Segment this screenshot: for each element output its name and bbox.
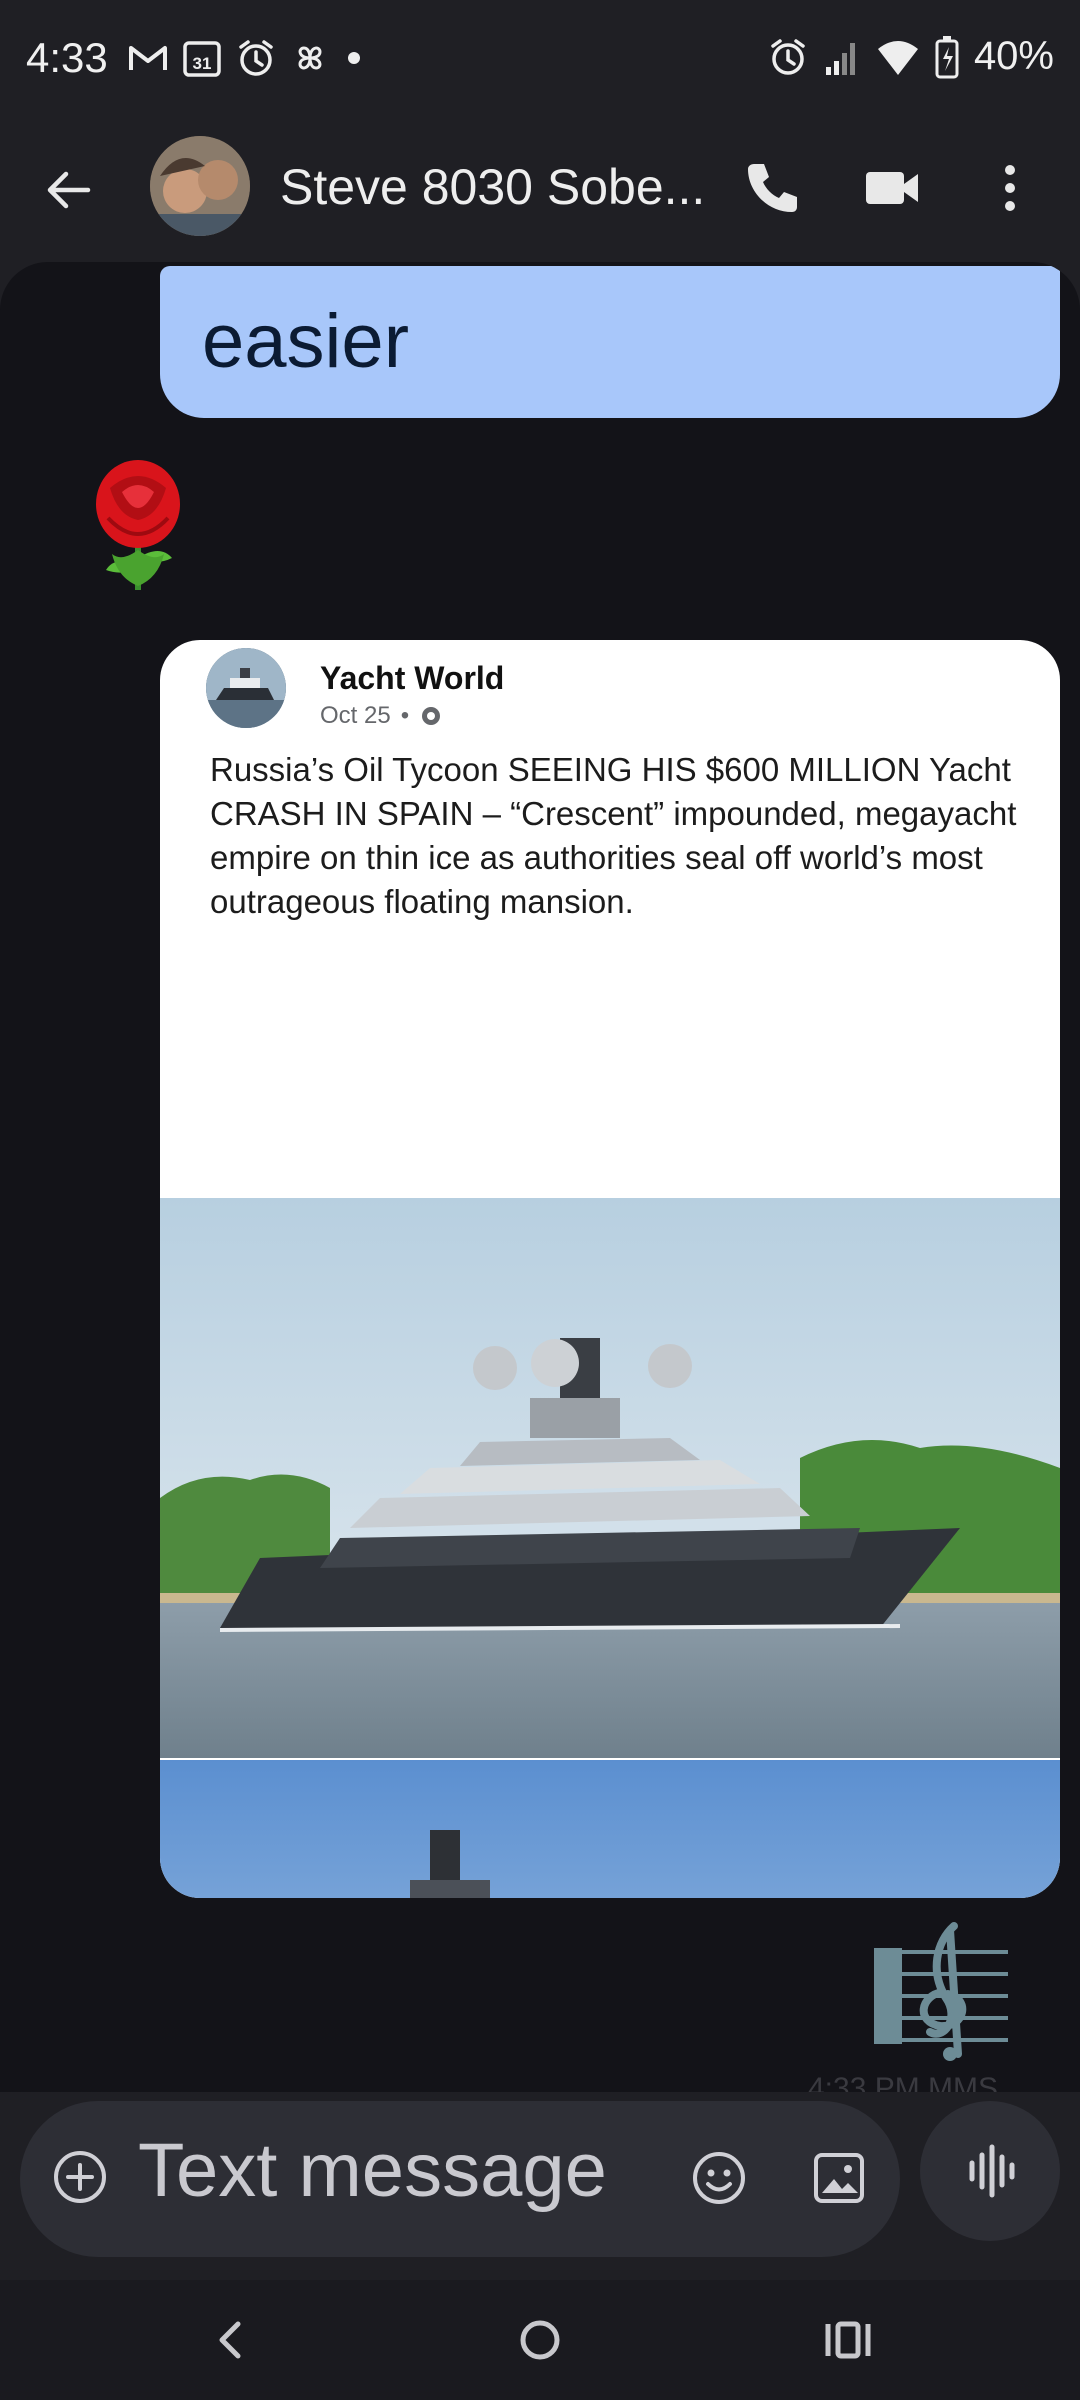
home-nav-icon[interactable] [510,2310,570,2370]
notification-icons: 31 [128,38,364,78]
voice-button[interactable] [920,2101,1060,2241]
avatar[interactable] [150,136,250,236]
gallery-icon[interactable] [810,2149,868,2207]
post-date-row: Oct 25 • [320,702,443,730]
music-notes-icon[interactable] [870,1922,1010,2062]
add-circle-icon[interactable] [50,2147,110,2207]
contact-name[interactable]: Steve 8030 Sobe... [280,158,705,216]
message-timestamp: 4:33 PM MMS [808,2072,999,2092]
yacht-photo-2[interactable] [160,1760,1060,1898]
conversation-area[interactable]: easier Yacht World Oct 25 • Russia’s Oil [0,262,1080,2092]
post-body: Russia’s Oil Tycoon SEEING HIS $600 MILL… [210,751,1017,920]
emoji-icon[interactable] [690,2149,748,2207]
separator: • [400,702,410,729]
conversation-header: Steve 8030 Sobe... [0,120,1080,270]
gmail-icon [129,46,167,70]
calendar-day: 31 [193,54,212,73]
system-icons: 40% [768,34,1054,79]
alarm-icon [771,38,805,75]
phone-icon[interactable] [740,156,804,220]
post-date: Oct 25 [320,702,391,729]
wifi-icon [877,40,918,75]
message-input[interactable]: Text message [138,2127,607,2214]
back-nav-icon[interactable] [200,2310,260,2370]
video-icon[interactable] [860,156,924,220]
recents-nav-icon[interactable] [818,2310,878,2370]
more-vert-icon[interactable] [978,156,1042,220]
status-time: 4:33 [26,34,108,81]
pinwheel-icon [298,46,322,70]
rose-emoji[interactable] [88,458,188,598]
calendar-icon: 31 [183,41,221,77]
compose-bar[interactable]: Text message [20,2101,900,2257]
alarm-icon [239,40,273,76]
page-avatar [206,648,286,728]
arrow-back-icon[interactable] [40,160,100,220]
yacht-photo-1[interactable] [160,1198,1060,1758]
dot-icon [348,52,360,64]
page-name: Yacht World [320,660,505,696]
settings-icon [422,707,441,725]
shared-post-card[interactable]: Yacht World Oct 25 • Russia’s Oil Tycoon… [160,640,1060,1898]
navigation-bar [0,2280,1080,2400]
status-bar: 4:33 31 40% [0,0,1080,120]
sent-message-text: easier [202,299,409,384]
battery-percent: 40% [973,34,1054,78]
battery-icon [935,35,959,78]
signal-icon [825,42,855,75]
voice-icon [969,2144,1015,2198]
sent-message-bubble[interactable]: easier [160,266,1060,418]
